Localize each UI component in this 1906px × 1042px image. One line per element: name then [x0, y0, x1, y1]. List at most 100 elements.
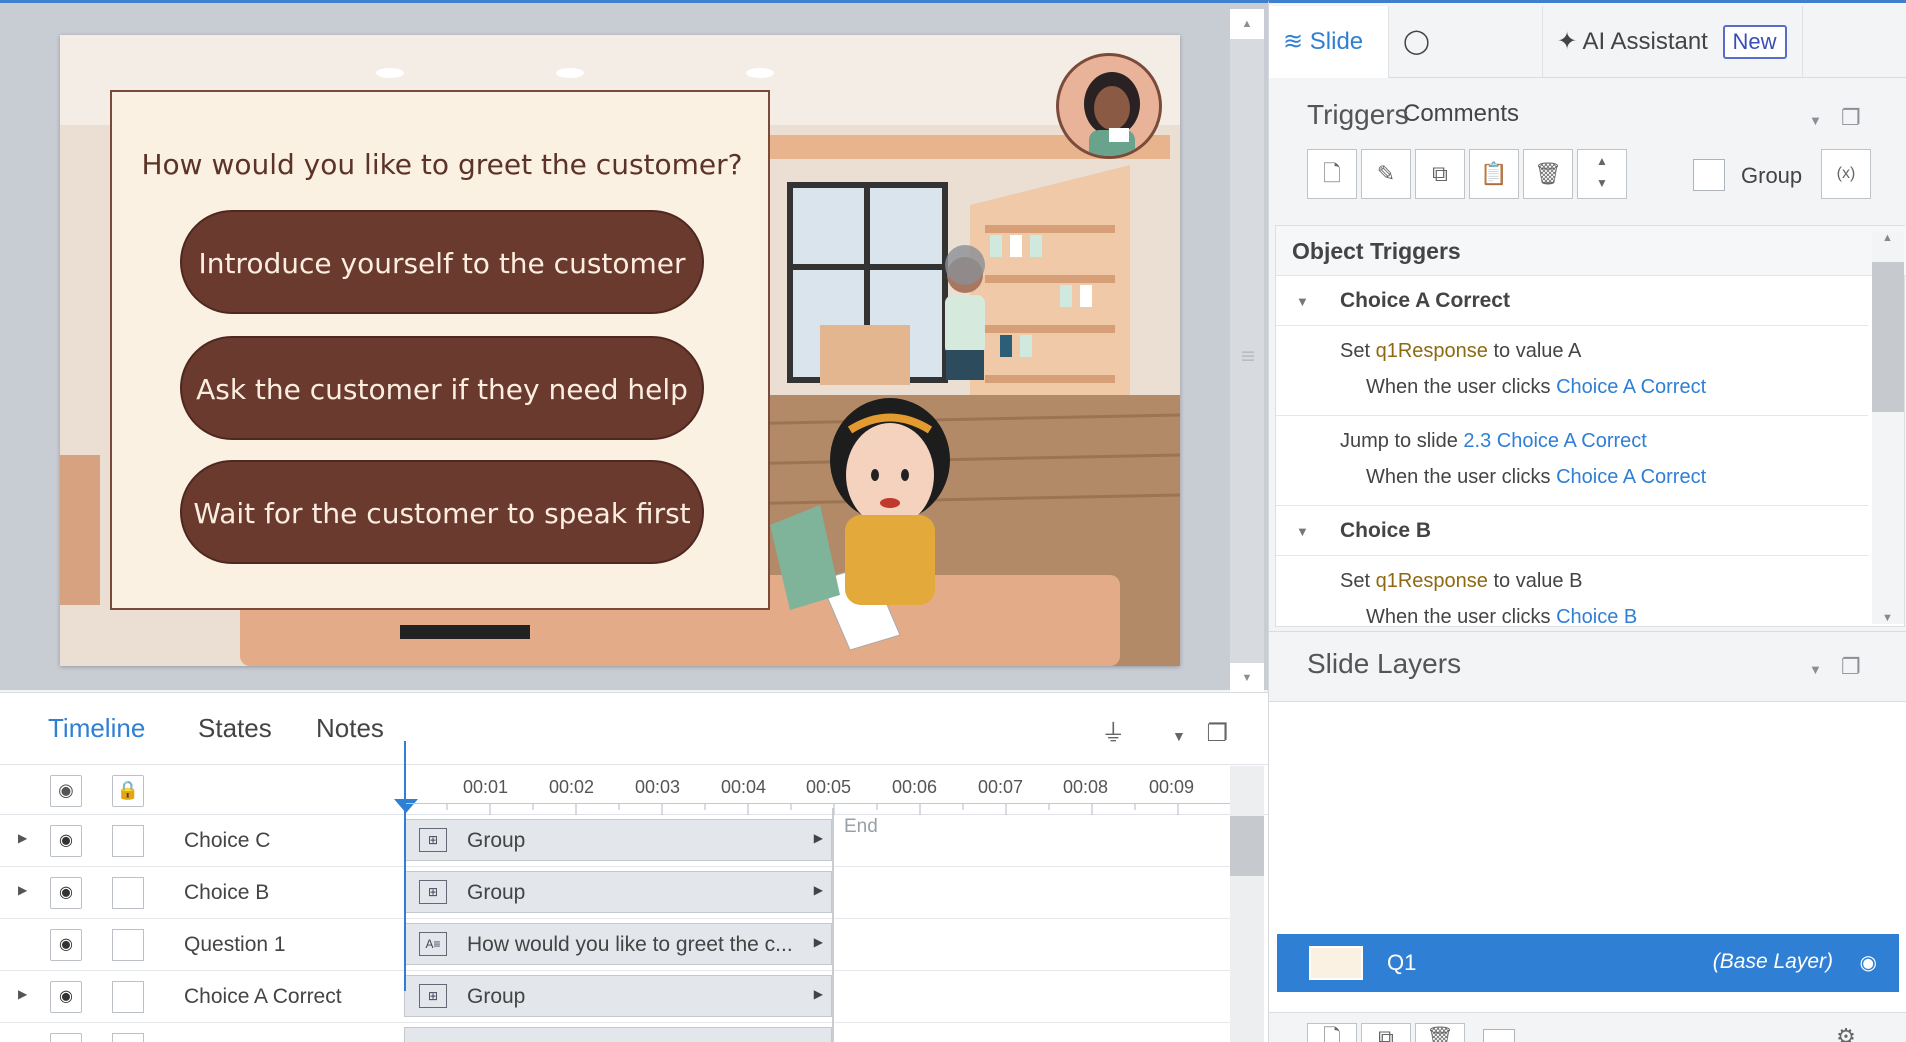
- tab-comments[interactable]: ◯ Comments: [1389, 6, 1543, 127]
- trigger-group-choice-a[interactable]: ▼ Choice A Correct: [1276, 276, 1868, 326]
- time-label: 00:04: [721, 777, 767, 797]
- bar-expand-icon[interactable]: ▶: [814, 987, 823, 1001]
- collapse-caret-icon[interactable]: ▼: [1296, 294, 1309, 309]
- dim-checkbox[interactable]: [1483, 1029, 1515, 1042]
- group-checkbox[interactable]: [1693, 159, 1725, 191]
- layer-row-base[interactable]: Q1 (Base Layer) ◉: [1277, 934, 1899, 992]
- time-ruler[interactable]: [404, 803, 1230, 815]
- scroll-down-icon[interactable]: ▼: [1230, 663, 1264, 693]
- lock-checkbox[interactable]: [112, 877, 144, 909]
- scroll-up-icon[interactable]: ▲: [1882, 232, 1893, 244]
- timeline-row-partial[interactable]: [0, 1023, 1230, 1042]
- collapse-caret-icon[interactable]: ▼: [1296, 524, 1309, 539]
- trigger-slide-link[interactable]: 2.3 Choice A Correct: [1463, 430, 1646, 452]
- cue-point-icon[interactable]: ⏚: [1101, 720, 1125, 747]
- delete-layer-icon[interactable]: 🗑: [1415, 1023, 1465, 1042]
- panel-float-icon[interactable]: ❐: [1841, 105, 1861, 130]
- trigger-target-link[interactable]: Choice A Correct: [1556, 376, 1706, 398]
- tab-states[interactable]: States: [198, 713, 272, 744]
- lock-checkbox[interactable]: [112, 981, 144, 1013]
- trigger-item[interactable]: Set q1Response to value B When the user …: [1276, 556, 1868, 626]
- timeline-row[interactable]: ▶ ◉ Choice C ⊞ Group ▶: [0, 815, 1230, 867]
- duplicate-layer-icon[interactable]: ⧉: [1361, 1023, 1411, 1042]
- delete-trigger-icon[interactable]: 🗑: [1523, 149, 1573, 199]
- move-trigger-icon[interactable]: ▲ ▼: [1577, 149, 1627, 199]
- choice-c-button[interactable]: Wait for the customer to speak first: [180, 460, 704, 564]
- choice-b-button[interactable]: Ask the customer if they need help: [180, 336, 704, 440]
- timeline-row[interactable]: ◉ Question 1 A≡ How would you like to gr…: [0, 919, 1230, 971]
- visibility-eye-icon[interactable]: ◉: [50, 929, 82, 961]
- trigger-mid-text: to value: [1493, 570, 1564, 592]
- time-label: 00:03: [635, 777, 681, 797]
- triggers-scrollbar[interactable]: ▲ ▼: [1872, 232, 1904, 624]
- timeline-bar[interactable]: [404, 1027, 832, 1042]
- visibility-eye-icon[interactable]: ◉: [50, 877, 82, 909]
- show-all-eye-icon[interactable]: ◉: [50, 775, 82, 807]
- trigger-item[interactable]: Set q1Response to value A When the user …: [1276, 326, 1868, 416]
- panel-dropdown-icon[interactable]: ▼: [1809, 662, 1822, 677]
- choice-a-button[interactable]: Introduce yourself to the customer: [180, 210, 704, 314]
- bar-expand-icon[interactable]: ▶: [814, 883, 823, 897]
- bar-expand-icon[interactable]: ▶: [814, 935, 823, 949]
- timeline-panel: Timeline States Notes ⏚ ▼ ❐ ◉ 🔒 00:01 00…: [0, 692, 1268, 1042]
- object-name: Choice C: [184, 829, 271, 852]
- panel-float-icon[interactable]: ❐: [1206, 720, 1228, 747]
- tab-timeline[interactable]: Timeline: [48, 713, 145, 744]
- timeline-row[interactable]: ▶ ◉ Choice A Correct ⊞ Group ▶: [0, 971, 1230, 1023]
- lock-checkbox[interactable]: [112, 825, 144, 857]
- trigger-variable[interactable]: q1Response: [1376, 340, 1488, 362]
- playhead-line: [404, 741, 406, 991]
- visibility-eye-icon[interactable]: ◉: [50, 825, 82, 857]
- timeline-bar[interactable]: ⊞ Group ▶: [404, 871, 832, 913]
- timeline-row[interactable]: ▶ ◉ Choice B ⊞ Group ▶: [0, 867, 1230, 919]
- panel-float-icon[interactable]: ❐: [1841, 654, 1861, 679]
- timeline-tabs: Timeline States Notes ⏚ ▼ ❐: [0, 693, 1268, 765]
- slide-layers-panel: Slide Layers ▼ ❐ Q1 (Base Layer) ◉ 🗋 ⧉ 🗑…: [1269, 631, 1906, 1042]
- trigger-item[interactable]: Jump to slide 2.3 Choice A Correct When …: [1276, 416, 1868, 506]
- timeline-scroll-thumb[interactable]: [1230, 816, 1264, 876]
- scroll-grip-icon[interactable]: — — —: [1242, 345, 1254, 365]
- slide-canvas[interactable]: How would you like to greet the customer…: [60, 35, 1180, 666]
- character-avatar[interactable]: [1056, 53, 1162, 159]
- lock-checkbox[interactable]: [112, 1033, 144, 1042]
- timeline-bar[interactable]: ⊞ Group ▶: [404, 819, 832, 861]
- trigger-group-choice-b[interactable]: ▼ Choice B: [1276, 506, 1868, 556]
- timeline-bar[interactable]: ⊞ Group ▶: [404, 975, 832, 1017]
- timeline-end-line[interactable]: [832, 808, 834, 1042]
- expand-arrow-icon[interactable]: ▶: [18, 987, 27, 1001]
- question-card[interactable]: How would you like to greet the customer…: [110, 90, 770, 610]
- expand-arrow-icon[interactable]: ▶: [18, 883, 27, 897]
- layer-visibility-eye-icon[interactable]: ◉: [1860, 950, 1877, 975]
- tab-notes[interactable]: Notes: [316, 713, 384, 744]
- tab-ai-assistant[interactable]: ✦ AI Assistant New: [1543, 6, 1803, 78]
- stage-scrollbar[interactable]: ▲ — — — ▼: [1230, 9, 1264, 693]
- visibility-eye-icon[interactable]: [50, 1033, 82, 1042]
- paste-trigger-icon[interactable]: 📋: [1469, 149, 1519, 199]
- tab-slide[interactable]: ≋ Slide: [1269, 6, 1389, 78]
- visibility-eye-icon[interactable]: ◉: [50, 981, 82, 1013]
- group-icon: ⊞: [419, 984, 447, 1008]
- new-trigger-icon[interactable]: 🗋: [1307, 149, 1357, 199]
- panel-dropdown-icon[interactable]: ▼: [1809, 113, 1822, 128]
- scroll-down-icon[interactable]: ▼: [1882, 612, 1893, 624]
- lock-checkbox[interactable]: [112, 929, 144, 961]
- timeline-bar[interactable]: A≡ How would you like to greet the c... …: [404, 923, 832, 965]
- edit-trigger-icon[interactable]: ✎: [1361, 149, 1411, 199]
- copy-trigger-icon[interactable]: ⧉: [1415, 149, 1465, 199]
- trigger-variable[interactable]: q1Response: [1376, 570, 1488, 592]
- timeline-scrollbar[interactable]: [1230, 766, 1264, 1042]
- scroll-up-icon[interactable]: ▲: [1230, 9, 1264, 39]
- new-layer-icon[interactable]: 🗋: [1307, 1023, 1357, 1042]
- trigger-target-link[interactable]: Choice A Correct: [1556, 466, 1706, 488]
- expand-arrow-icon[interactable]: ▶: [18, 831, 27, 845]
- triggers-scroll-thumb[interactable]: [1872, 262, 1904, 412]
- layer-settings-gear-icon[interactable]: ⚙: [1821, 1023, 1871, 1042]
- lock-all-icon[interactable]: 🔒: [112, 775, 144, 807]
- variables-icon[interactable]: (x): [1821, 149, 1871, 199]
- panel-dropdown-icon[interactable]: ▼: [1172, 728, 1186, 744]
- trigger-target-link[interactable]: Choice B: [1556, 606, 1637, 626]
- layers-panel-tools: ▼ ❐: [1809, 654, 1861, 680]
- bar-expand-icon[interactable]: ▶: [814, 831, 823, 845]
- question-title: How would you like to greet the customer…: [141, 148, 743, 181]
- object-name: Choice A Correct: [184, 985, 342, 1008]
